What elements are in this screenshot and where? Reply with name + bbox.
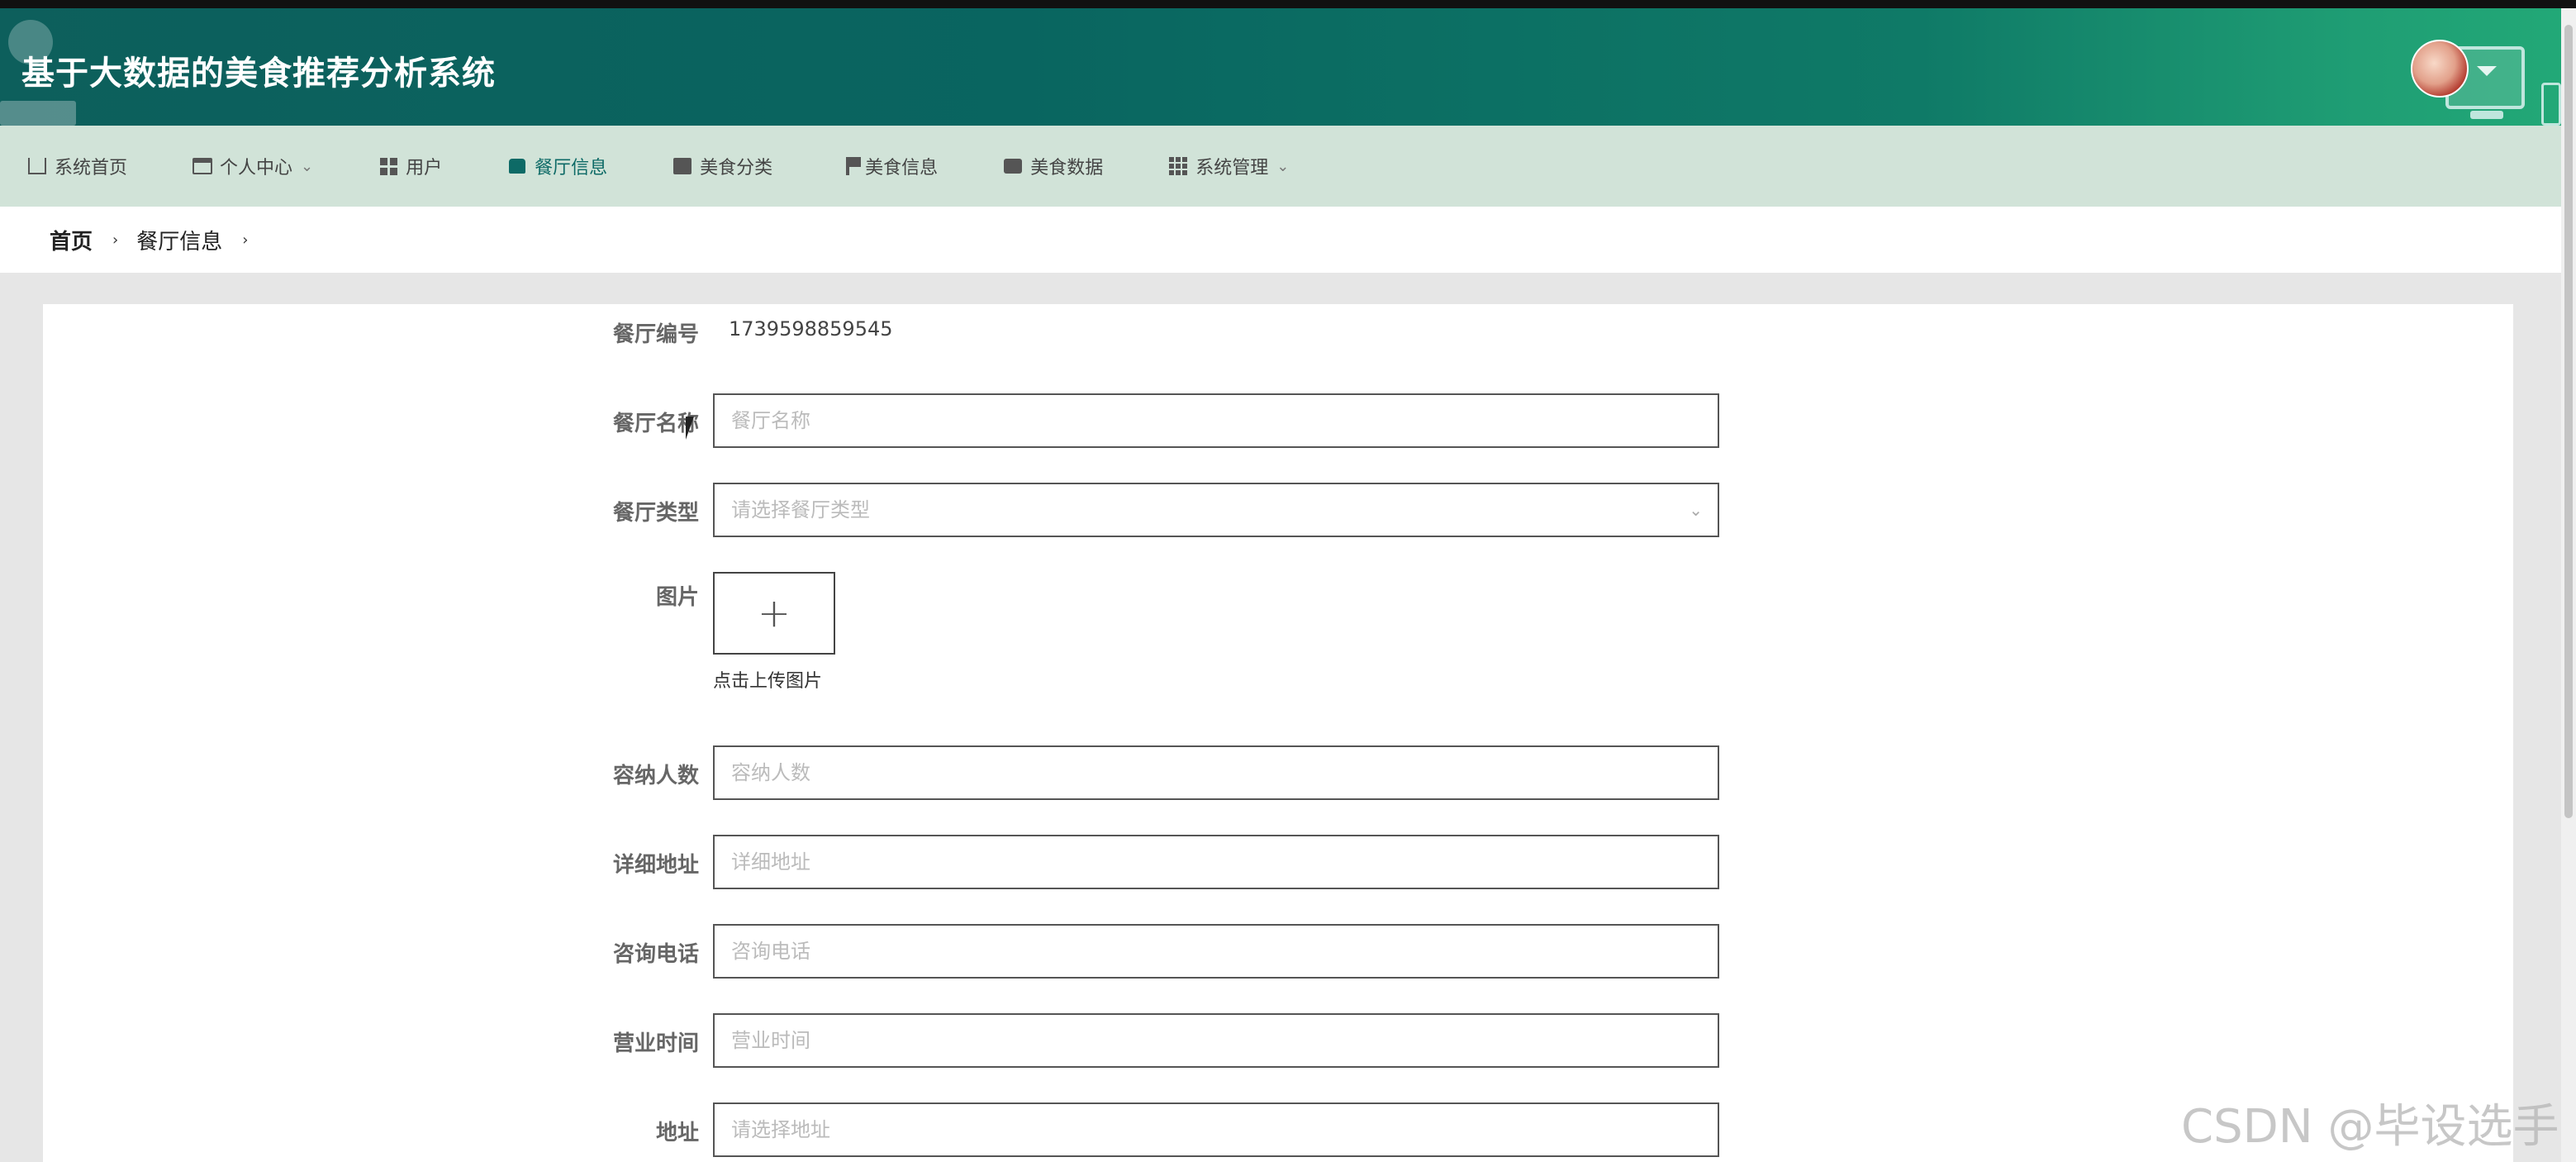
restaurant-name-input[interactable]: 餐厅名称	[713, 393, 1719, 448]
nav-item-label: 美食信息	[865, 158, 939, 179]
image-label: 图片	[655, 585, 699, 610]
home-icon	[26, 155, 48, 177]
chevron-down-icon: ⌄	[301, 157, 314, 175]
image-upload-button[interactable]: +	[713, 572, 835, 655]
app-header: 基于大数据的美食推荐分析系统	[0, 8, 2561, 126]
hours-label: 营业时间	[612, 1031, 699, 1056]
chat-icon	[1002, 155, 1024, 177]
form-card: 餐厅编号 1739598859545 餐厅名称 餐厅名称 餐厅类型 请选择餐厅类…	[43, 304, 2513, 1162]
nav-item-food-info[interactable]: 美食信息	[837, 126, 938, 207]
restaurant-type-label: 餐厅类型	[612, 501, 699, 526]
nav-item-restaurant-info[interactable]: 餐厅信息	[506, 126, 607, 207]
detail-address-label: 详细地址	[612, 853, 699, 878]
nav-item-label: 美食分类	[700, 158, 773, 179]
nav-item-users[interactable]: 用户	[378, 126, 442, 207]
phone-input[interactable]: 咨询电话	[713, 924, 1719, 979]
nav-item-label: 餐厅信息	[535, 158, 608, 179]
nav-item-label: 美食数据	[1030, 158, 1104, 179]
address-input[interactable]: 请选择地址	[713, 1102, 1719, 1157]
main-nav: 系统首页 个人中心 ⌄ 用户 餐厅信息 美食分类 美食信息 美食数据 系统管理 …	[0, 126, 2561, 207]
nav-item-food-data[interactable]: 美食数据	[1002, 126, 1103, 207]
breadcrumb-separator: ›	[112, 231, 119, 249]
apps-icon	[1167, 155, 1189, 177]
plus-icon: +	[757, 590, 791, 636]
app-title: 基于大数据的美食推荐分析系统	[21, 55, 496, 93]
restaurant-name-label: 餐厅名称	[612, 412, 699, 436]
hours-input[interactable]: 营业时间	[713, 1013, 1719, 1068]
restaurant-icon	[506, 155, 528, 177]
decorative-device	[2541, 83, 2561, 126]
nav-item-label: 系统管理	[1195, 158, 1269, 179]
grid-icon	[378, 155, 399, 177]
flag-icon	[837, 155, 862, 177]
restaurant-id-label: 餐厅编号	[612, 322, 699, 347]
restaurant-type-placeholder: 请选择餐厅类型	[731, 498, 870, 521]
breadcrumb-home[interactable]: 首页	[50, 225, 93, 255]
nav-item-label: 用户	[406, 158, 443, 179]
mouse-cursor-icon	[686, 417, 694, 440]
top-strip	[0, 0, 2576, 8]
nav-item-home[interactable]: 系统首页	[26, 126, 127, 207]
chevron-down-icon: ⌄	[1689, 500, 1703, 520]
user-avatar[interactable]	[2411, 40, 2469, 98]
breadcrumb-current[interactable]: 餐厅信息	[136, 225, 222, 255]
detail-address-input[interactable]: 详细地址	[713, 835, 1719, 889]
nav-item-system-management[interactable]: 系统管理 ⌄	[1167, 126, 1289, 207]
nav-item-label: 个人中心	[220, 158, 293, 179]
chevron-down-icon: ⌄	[1276, 157, 1290, 175]
nav-item-personal-center[interactable]: 个人中心 ⌄	[192, 126, 313, 207]
monitor-stand	[2470, 111, 2503, 119]
upload-hint: 点击上传图片	[713, 671, 823, 692]
phone-label: 咨询电话	[612, 942, 699, 967]
nav-item-label: 系统首页	[55, 158, 128, 179]
page-scrollbar[interactable]	[2561, 8, 2576, 1162]
card-icon	[192, 155, 213, 177]
watermark: CSDN @毕设选手	[2181, 1100, 2559, 1154]
restaurant-type-select[interactable]: 请选择餐厅类型 ⌄	[713, 483, 1719, 537]
decorative-books	[0, 101, 76, 126]
breadcrumb: 首页 › 餐厅信息 ›	[0, 207, 2561, 273]
breadcrumb-separator: ›	[242, 231, 249, 249]
capacity-label: 容纳人数	[612, 764, 699, 788]
capacity-input[interactable]: 容纳人数	[713, 745, 1719, 800]
restaurant-id-value: 1739598859545	[729, 317, 893, 341]
nav-item-food-category[interactable]: 美食分类	[672, 126, 772, 207]
address-label: 地址	[655, 1121, 699, 1145]
chart-icon	[672, 155, 693, 177]
scrollbar-thumb[interactable]	[2564, 25, 2573, 818]
